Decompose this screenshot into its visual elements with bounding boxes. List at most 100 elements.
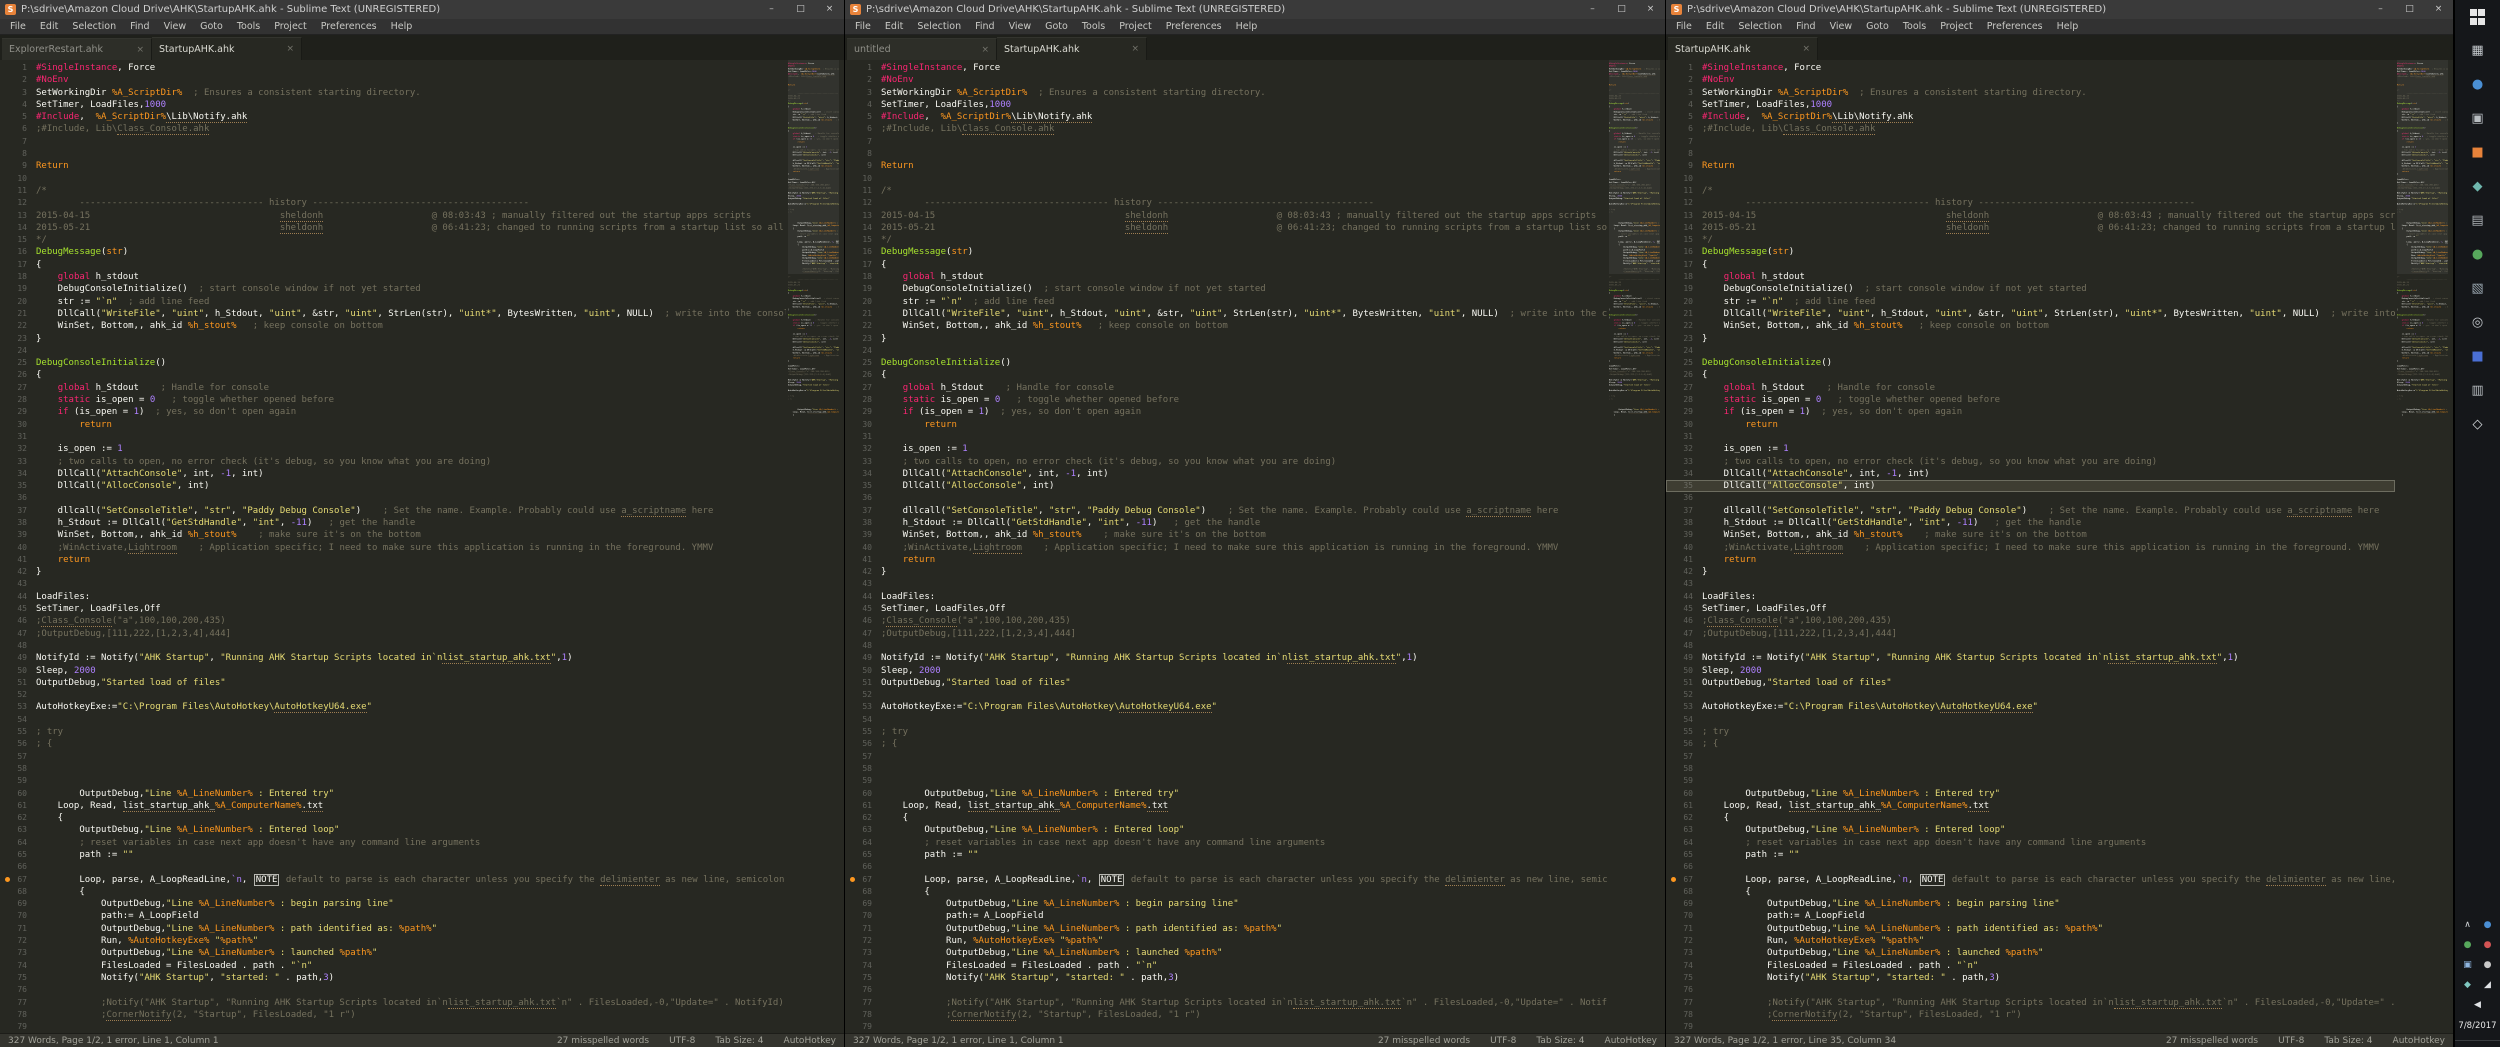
code-line-43[interactable]: 43 (0, 578, 786, 590)
status-item[interactable]: Tab Size: 4 (1536, 1036, 1584, 1046)
code-line-26[interactable]: 26{ (0, 369, 786, 381)
code-line-6[interactable]: 6;#Include, Lib\Class_Console.ahk (845, 123, 1607, 135)
code-line-66[interactable]: 66 (845, 861, 1607, 873)
line-number[interactable]: 41 (1666, 554, 1702, 566)
status-item[interactable]: 27 misspelled words (557, 1036, 649, 1046)
line-number[interactable]: 56 (1666, 738, 1702, 750)
line-number[interactable]: 1 (1666, 62, 1702, 74)
line-number[interactable]: 42 (0, 566, 36, 578)
line-number[interactable]: 62 (0, 812, 36, 824)
line-number[interactable]: 29 (1666, 406, 1702, 418)
line-number[interactable]: 45 (1666, 603, 1702, 615)
menu-find[interactable]: Find (1789, 19, 1822, 35)
line-number[interactable]: 37 (845, 505, 881, 517)
line-number[interactable]: 69 (0, 898, 36, 910)
line-number[interactable]: 66 (845, 861, 881, 873)
code-line-37[interactable]: 37 dllcall("SetConsoleTitle", "str", "Pa… (1666, 505, 2395, 517)
code-line-16[interactable]: 16DebugMessage(str) (845, 246, 1607, 258)
maximize-button[interactable]: □ (786, 0, 815, 19)
minimize-button[interactable]: – (757, 0, 786, 19)
code-line-55[interactable]: 55; try (1666, 726, 2395, 738)
line-number[interactable]: 3 (0, 87, 36, 99)
code-line-14[interactable]: 142015-05-21 sheldonh @ 06:41:23; change… (0, 222, 786, 234)
line-number[interactable]: 65 (1666, 849, 1702, 861)
line-number[interactable]: 54 (845, 714, 881, 726)
line-number[interactable]: 18 (0, 271, 36, 283)
menu-help[interactable]: Help (1229, 19, 1265, 35)
menu-file[interactable]: File (3, 19, 33, 35)
code-line-49[interactable]: 49NotifyId := Notify("AHK Startup", "Run… (845, 652, 1607, 664)
code-line-24[interactable]: 24 (845, 345, 1607, 357)
line-number[interactable]: 39 (845, 529, 881, 541)
code-line-78[interactable]: 78 ;CornerNotify(2, "Startup", FilesLoad… (0, 1009, 786, 1021)
line-number[interactable]: 34 (1666, 468, 1702, 480)
line-number[interactable]: 77 (1666, 997, 1702, 1009)
code-line-10[interactable]: 10 (1666, 173, 2395, 185)
menu-tools[interactable]: Tools (1896, 19, 1933, 35)
code-line-50[interactable]: 50Sleep, 2000 (1666, 665, 2395, 677)
line-number[interactable]: 11 (845, 185, 881, 197)
code-line-35[interactable]: 35 DllCall("AllocConsole", int) (1666, 480, 2395, 492)
taskbar-clock[interactable]: 7/8/2017 (2455, 1015, 2500, 1040)
status-item[interactable]: AutoHotkey (784, 1036, 836, 1046)
line-number[interactable]: 46 (0, 615, 36, 627)
line-number[interactable]: 43 (1666, 578, 1702, 590)
menu-view[interactable]: View (157, 19, 194, 35)
line-number[interactable]: 12 (1666, 197, 1702, 209)
line-number[interactable]: 10 (845, 173, 881, 185)
code-line-1[interactable]: 1#SingleInstance, Force (1666, 62, 2395, 74)
line-number[interactable]: 47 (845, 628, 881, 640)
code-line-53[interactable]: 53AutoHotkeyExe:="C:\Program Files\AutoH… (1666, 701, 2395, 713)
code-line-10[interactable]: 10 (0, 173, 786, 185)
line-number[interactable]: 25 (845, 357, 881, 369)
code-line-45[interactable]: 45SetTimer, LoadFiles,Off (0, 603, 786, 615)
line-number[interactable]: 33 (845, 456, 881, 468)
code-line-37[interactable]: 37 dllcall("SetConsoleTitle", "str", "Pa… (0, 505, 786, 517)
code-line-32[interactable]: 32 is_open := 1 (1666, 443, 2395, 455)
tab-untitled[interactable]: untitled× (847, 38, 997, 60)
line-number[interactable]: 72 (1666, 935, 1702, 947)
line-number[interactable]: 43 (0, 578, 36, 590)
code-line-51[interactable]: 51OutputDebug,"Started load of files" (845, 677, 1607, 689)
code-pane[interactable]: 1#SingleInstance, Force2#NoEnv3SetWorkin… (0, 60, 786, 1033)
code-line-3[interactable]: 3SetWorkingDir %A_ScriptDir% ; Ensures a… (0, 87, 786, 99)
line-number[interactable]: 57 (1666, 751, 1702, 763)
line-number[interactable]: 28 (845, 394, 881, 406)
line-number[interactable]: 42 (845, 566, 881, 578)
menu-selection[interactable]: Selection (65, 19, 123, 35)
line-number[interactable]: 24 (1666, 345, 1702, 357)
line-number[interactable]: 36 (845, 492, 881, 504)
code-line-73[interactable]: 73 OutputDebug,"Line %A_LineNumber% : la… (845, 947, 1607, 959)
line-number[interactable]: 70 (1666, 910, 1702, 922)
line-number[interactable]: 49 (845, 652, 881, 664)
line-number[interactable]: 48 (0, 640, 36, 652)
line-number[interactable]: 39 (0, 529, 36, 541)
code-line-8[interactable]: 8 (0, 148, 786, 160)
code-line-68[interactable]: 68 { (0, 886, 786, 898)
code-line-52[interactable]: 52 (1666, 689, 2395, 701)
code-line-21[interactable]: 21 DllCall("WriteFile", "uint", h_Stdout… (1666, 308, 2395, 320)
code-line-49[interactable]: 49NotifyId := Notify("AHK Startup", "Run… (1666, 652, 2395, 664)
tray-icon-5[interactable]: ● (2478, 955, 2498, 975)
code-line-17[interactable]: 17{ (845, 259, 1607, 271)
code-line-7[interactable]: 7 (845, 136, 1607, 148)
line-number[interactable]: 9 (845, 160, 881, 172)
code-line-55[interactable]: 55; try (0, 726, 786, 738)
line-number[interactable]: 16 (1666, 246, 1702, 258)
code-line-34[interactable]: 34 DllCall("AttachConsole", int, -1, int… (0, 468, 786, 480)
code-line-25[interactable]: 25DebugConsoleInitialize() (0, 357, 786, 369)
code-line-47[interactable]: 47;OutputDebug,[111,222,[1,2,3,4],444] (1666, 628, 2395, 640)
line-number[interactable]: 42 (1666, 566, 1702, 578)
editor[interactable]: 1#SingleInstance, Force2#NoEnv3SetWorkin… (0, 60, 844, 1033)
code-line-18[interactable]: 18 global h_stdout (0, 271, 786, 283)
line-number[interactable]: 11 (1666, 185, 1702, 197)
code-line-7[interactable]: 7 (1666, 136, 2395, 148)
tray-expand-icon[interactable]: ∧ (2458, 915, 2478, 935)
code-line-58[interactable]: 58 (0, 763, 786, 775)
code-line-44[interactable]: 44LoadFiles: (1666, 591, 2395, 603)
minimap[interactable]: #SingleInstance, Force#NoEnvSetWorkingDi… (1609, 60, 1660, 1033)
line-number[interactable]: 52 (1666, 689, 1702, 701)
code-line-61[interactable]: 61 Loop, Read, list_startup_ahk_%A_Compu… (845, 800, 1607, 812)
code-line-53[interactable]: 53AutoHotkeyExe:="C:\Program Files\AutoH… (845, 701, 1607, 713)
line-number[interactable]: 24 (0, 345, 36, 357)
